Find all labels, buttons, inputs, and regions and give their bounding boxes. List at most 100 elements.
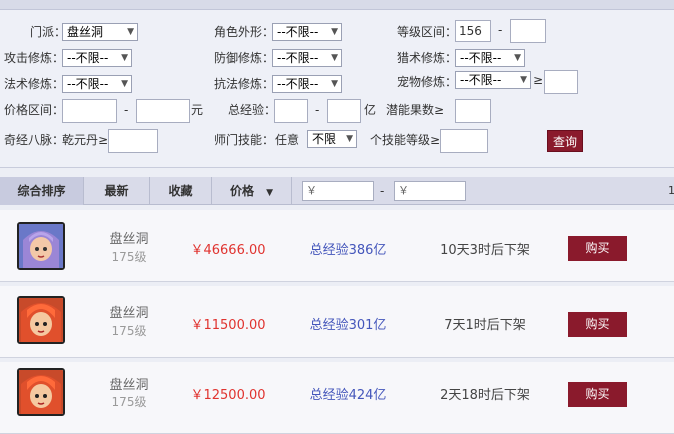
sort-bar: 综合排序 最新 收藏 价格 ▼ ￥ - ￥ 1 <box>0 177 674 205</box>
sort-price-to-input[interactable]: ￥ <box>394 181 466 201</box>
chevron-down-icon: ▼ <box>331 27 338 37</box>
skill-level-input[interactable] <box>440 129 488 153</box>
pet-cultivation-input[interactable] <box>544 70 578 94</box>
avatar-red-hair-icon <box>19 298 63 342</box>
skill-level-label: 个技能等级≥ <box>370 133 441 147</box>
hunting-cultivation-label: 猎术修炼： <box>397 51 458 65</box>
tab-comprehensive-sort[interactable]: 综合排序 <box>0 177 84 205</box>
total-exp-label: 总经验： <box>228 103 277 117</box>
listing-row: 盘丝洞 175级 ￥12500.00 总经验424亿 2天18时后下架 购买 <box>0 362 674 434</box>
pet-cultivation-select[interactable]: --不限-- ▼ <box>455 71 531 89</box>
listing-price: ￥46666.00 <box>190 243 266 258</box>
tab-price[interactable]: 价格 ▼ <box>212 177 292 205</box>
exp-range-dash: - <box>315 103 320 117</box>
exp-unit: 亿 <box>364 103 377 117</box>
character-avatar[interactable] <box>17 368 65 416</box>
attack-cultivation-label: 攻击修炼： <box>4 51 65 65</box>
level-max-input[interactable] <box>510 19 546 43</box>
listing-level: 175级 <box>111 395 147 409</box>
resist-cultivation-select[interactable]: --不限-- ▼ <box>272 75 342 93</box>
pet-cultivation-ge: ≥ <box>533 73 544 87</box>
school-skill-label: 师门技能： <box>214 133 275 147</box>
tab-favorites[interactable]: 收藏 <box>150 177 212 205</box>
appearance-label: 角色外形： <box>214 25 275 39</box>
tab-newest[interactable]: 最新 <box>84 177 150 205</box>
qianyuan-input[interactable] <box>108 129 158 153</box>
chevron-down-icon: ▼ <box>127 27 134 37</box>
chevron-down-icon: ▼ <box>331 53 338 63</box>
listing-row: 盘丝洞 175级 ￥11500.00 总经验301亿 7天1时后下架 购买 <box>0 286 674 358</box>
listing-level: 175级 <box>111 324 147 338</box>
qianyuan-label: 乾元丹≥ <box>62 133 109 147</box>
attack-cultivation-select[interactable]: --不限-- ▼ <box>62 49 132 67</box>
magic-cultivation-value: --不限-- <box>67 77 109 91</box>
chevron-down-icon: ▼ <box>331 79 338 89</box>
defense-cultivation-label: 防御修炼： <box>214 51 275 65</box>
character-avatar[interactable] <box>17 222 65 270</box>
school-skill-select[interactable]: 不限 ▼ <box>307 130 357 148</box>
resist-cultivation-label: 抗法修炼： <box>214 77 275 91</box>
character-avatar[interactable] <box>17 296 65 344</box>
appearance-select[interactable]: --不限-- ▼ <box>272 23 342 41</box>
chevron-down-icon: ▼ <box>346 134 353 144</box>
level-range-dash: - <box>498 23 503 37</box>
price-max-input[interactable] <box>136 99 190 123</box>
hunting-cultivation-select[interactable]: --不限-- ▼ <box>455 49 525 67</box>
listing-level: 175级 <box>111 250 147 264</box>
chevron-down-icon: ▼ <box>520 75 527 85</box>
caret-down-icon: ▼ <box>266 188 274 198</box>
listing-time-left: 10天3时后下架 <box>440 243 530 258</box>
chevron-down-icon: ▼ <box>121 79 128 89</box>
top-bar <box>0 0 674 10</box>
level-min-input[interactable]: 156 <box>455 20 491 42</box>
price-range-dash: - <box>124 103 129 117</box>
price-unit: 元 <box>191 103 204 117</box>
tab-price-label: 价格 <box>229 184 254 198</box>
potential-fruit-label: 潜能果数≥ <box>386 103 445 117</box>
listing-total-exp: 总经验386亿 <box>309 243 387 258</box>
buy-button[interactable]: 购买 <box>568 236 627 261</box>
listing-time-left: 2天18时后下架 <box>440 388 530 403</box>
sort-price-from-input[interactable]: ￥ <box>302 181 374 201</box>
school-skill-select-value: 不限 <box>312 132 337 146</box>
page-indicator: 1 <box>668 184 674 197</box>
buy-button[interactable]: 购买 <box>568 382 627 407</box>
listing-school: 盘丝洞 <box>109 378 149 393</box>
level-range-label: 等级区间： <box>397 25 458 39</box>
appearance-select-value: --不限-- <box>277 25 319 39</box>
magic-cultivation-label: 法术修炼： <box>4 77 65 91</box>
school-skill-any: 任意 <box>275 133 300 147</box>
school-select[interactable]: 盘丝洞 ▼ <box>62 23 138 41</box>
magic-cultivation-select[interactable]: --不限-- ▼ <box>62 75 132 93</box>
meridian-label: 奇经八脉： <box>4 133 65 147</box>
listing-school: 盘丝洞 <box>109 306 149 321</box>
avatar-purple-hair-icon <box>19 224 63 268</box>
listing-time-left: 7天1时后下架 <box>444 318 526 333</box>
avatar-red-hair-icon <box>19 370 63 414</box>
listing-row: 盘丝洞 175级 ￥46666.00 总经验386亿 10天3时后下架 购买 <box>0 210 674 282</box>
buy-button[interactable]: 购买 <box>568 312 627 337</box>
exp-min-input[interactable] <box>274 99 308 123</box>
listing-price: ￥11500.00 <box>190 318 266 333</box>
defense-cultivation-select[interactable]: --不限-- ▼ <box>272 49 342 67</box>
hunting-cultivation-value: --不限-- <box>460 51 502 65</box>
price-min-input[interactable] <box>62 99 117 123</box>
chevron-down-icon: ▼ <box>121 53 128 63</box>
defense-cultivation-value: --不限-- <box>277 51 319 65</box>
potential-fruit-input[interactable] <box>455 99 491 123</box>
school-label: 门派： <box>30 25 67 39</box>
attack-cultivation-value: --不限-- <box>67 51 109 65</box>
resist-cultivation-value: --不限-- <box>277 77 319 91</box>
pet-cultivation-label: 宠物修炼： <box>397 75 458 89</box>
listing-total-exp: 总经验301亿 <box>309 318 387 333</box>
listing-price: ￥12500.00 <box>190 388 266 403</box>
listing-school: 盘丝洞 <box>109 232 149 247</box>
sort-price-dash: - <box>380 184 385 198</box>
pet-cultivation-value: --不限-- <box>460 73 502 87</box>
school-select-value: 盘丝洞 <box>67 25 104 39</box>
listing-total-exp: 总经验424亿 <box>309 388 387 403</box>
query-button[interactable]: 查询 <box>547 130 583 152</box>
chevron-down-icon: ▼ <box>514 53 521 63</box>
exp-max-input[interactable] <box>327 99 361 123</box>
price-range-label: 价格区间： <box>4 103 65 117</box>
